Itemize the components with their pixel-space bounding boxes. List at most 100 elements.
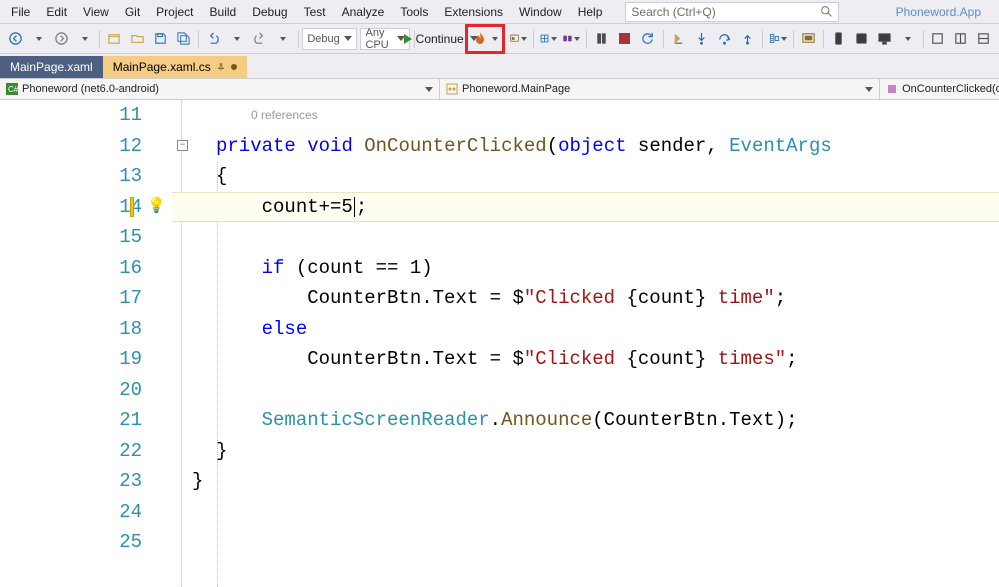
code-editor[interactable]: 11 12− 13 14💡 15 16 17 18 19 20 21 22 23… (0, 100, 999, 587)
tab-mainpage-xaml-cs[interactable]: MainPage.xaml.cs (103, 56, 247, 78)
thread-dropdown-button[interactable] (537, 27, 559, 51)
line-number: 23 (119, 466, 142, 497)
restart-button[interactable] (637, 27, 659, 51)
redo-button[interactable] (249, 27, 271, 51)
break-all-button[interactable] (591, 27, 613, 51)
step-over-button[interactable] (713, 27, 735, 51)
line-number: 13 (119, 161, 142, 192)
menu-extensions[interactable]: Extensions (437, 2, 510, 22)
code-line[interactable]: } (192, 466, 999, 497)
code-line[interactable] (216, 375, 999, 406)
new-project-button[interactable] (103, 27, 125, 51)
layout-split-h-button[interactable] (950, 27, 972, 51)
xaml-live-preview-button[interactable] (797, 27, 819, 51)
text-caret (354, 197, 355, 217)
line-number: 24 (119, 497, 142, 528)
line-number: 25 (119, 527, 142, 558)
code-line[interactable]: 0 references (216, 100, 999, 131)
breadcrumb-project[interactable]: C# Phoneword (net6.0-android) (0, 79, 440, 99)
line-number: 17 (119, 283, 142, 314)
stackframe-button[interactable] (560, 27, 582, 51)
menu-window[interactable]: Window (512, 2, 569, 22)
play-icon (404, 34, 412, 44)
code-line[interactable] (216, 527, 999, 558)
pin-icon (217, 63, 225, 71)
nav-back-chevron[interactable] (27, 27, 49, 51)
line-number: 11 (119, 100, 142, 131)
code-line[interactable]: { (216, 161, 999, 192)
hot-reload-highlighted (465, 24, 505, 54)
code-column[interactable]: 0 references private void OnCounterClick… (172, 100, 999, 587)
layout-single-button[interactable] (927, 27, 949, 51)
undo-button[interactable] (203, 27, 225, 51)
toolbar: Debug Any CPU Continue (0, 24, 999, 54)
save-all-button[interactable] (172, 27, 194, 51)
continue-label: Continue (416, 32, 464, 46)
live-visual-tree-button[interactable] (767, 27, 789, 51)
menu-bar: File Edit View Git Project Build Debug T… (0, 0, 999, 24)
menu-build[interactable]: Build (203, 2, 244, 22)
menu-edit[interactable]: Edit (39, 2, 74, 22)
breadcrumb-member[interactable]: OnCounterClicked(ob (880, 79, 999, 99)
menu-debug[interactable]: Debug (245, 2, 294, 22)
show-next-statement-button[interactable] (667, 27, 689, 51)
lightbulb-icon[interactable]: 💡 (147, 192, 166, 223)
code-line[interactable]: SemanticScreenReader.Announce(CounterBtn… (216, 405, 999, 436)
code-line[interactable]: CounterBtn.Text = $"Clicked {count} time… (216, 283, 999, 314)
layout-split-v-button[interactable] (973, 27, 995, 51)
save-button[interactable] (149, 27, 171, 51)
hot-reload-button[interactable] (470, 27, 500, 51)
breadcrumb-namespace[interactable]: Phoneword.MainPage (440, 79, 880, 99)
menu-view[interactable]: View (76, 2, 116, 22)
code-line[interactable]: CounterBtn.Text = $"Clicked {count} time… (216, 344, 999, 375)
method-icon (886, 83, 898, 95)
line-number: 22 (119, 436, 142, 467)
document-tabs: MainPage.xaml MainPage.xaml.cs (0, 54, 999, 78)
device-desktop-button[interactable] (874, 27, 896, 51)
open-button[interactable] (126, 27, 148, 51)
menu-help[interactable]: Help (571, 2, 610, 22)
continue-button[interactable]: Continue (418, 27, 463, 51)
breadcrumb-bar: C# Phoneword (net6.0-android) Phoneword.… (0, 78, 999, 100)
undo-chevron[interactable] (226, 27, 248, 51)
code-line[interactable]: } (216, 436, 999, 467)
solution-config-dropdown[interactable]: Debug (302, 28, 356, 50)
code-line[interactable]: if (count == 1) (216, 253, 999, 284)
solution-platform-dropdown[interactable]: Any CPU (360, 28, 410, 50)
process-dropdown-button[interactable] (507, 27, 529, 51)
chevron-down-icon (425, 87, 433, 92)
device-chevron[interactable] (897, 27, 919, 51)
nav-forward-button[interactable] (50, 27, 72, 51)
code-line[interactable]: private void OnCounterClicked(object sen… (216, 131, 999, 162)
chevron-down-icon (344, 36, 352, 41)
menu-test[interactable]: Test (297, 2, 333, 22)
menu-git[interactable]: Git (118, 2, 147, 22)
menu-analyze[interactable]: Analyze (335, 2, 392, 22)
device-tablet-button[interactable] (851, 27, 873, 51)
line-number: 19 (119, 344, 142, 375)
tab-mainpage-xaml[interactable]: MainPage.xaml (0, 56, 103, 78)
code-line[interactable]: else (216, 314, 999, 345)
menu-file[interactable]: File (4, 2, 37, 22)
dirty-dot-icon (231, 64, 237, 70)
step-into-button[interactable] (690, 27, 712, 51)
code-line[interactable] (216, 497, 999, 528)
nav-back-button[interactable] (4, 27, 26, 51)
codelens-references[interactable]: 0 references (251, 100, 318, 131)
nav-fwd-chevron[interactable] (73, 27, 95, 51)
menu-tools[interactable]: Tools (393, 2, 435, 22)
step-out-button[interactable] (736, 27, 758, 51)
csharp-project-icon: C# (6, 83, 18, 95)
code-line-active[interactable]: count+=5; (172, 192, 999, 223)
gutter: 11 12− 13 14💡 15 16 17 18 19 20 21 22 23… (0, 100, 172, 587)
line-number: 16 (119, 253, 142, 284)
menu-project[interactable]: Project (149, 2, 200, 22)
search-box[interactable]: Search (Ctrl+Q) (625, 2, 839, 22)
stop-debug-button[interactable] (614, 27, 636, 51)
flame-icon (472, 31, 488, 47)
redo-chevron[interactable] (272, 27, 294, 51)
device-phone-button[interactable] (828, 27, 850, 51)
hint-marker-icon (130, 197, 134, 217)
line-number: 21 (119, 405, 142, 436)
code-line[interactable] (216, 222, 999, 253)
